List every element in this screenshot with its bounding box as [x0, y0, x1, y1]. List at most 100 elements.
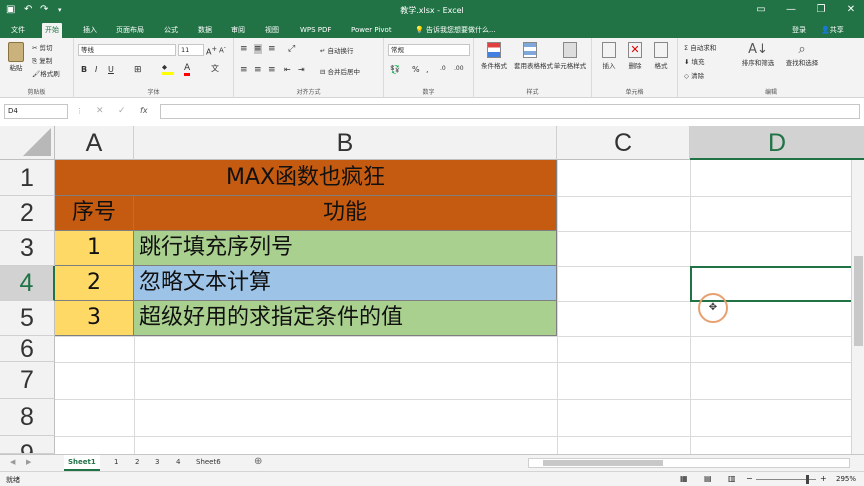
insert-function-icon[interactable]: fx: [140, 106, 148, 115]
sheet-tab-4[interactable]: 4: [172, 455, 184, 471]
tell-me-search[interactable]: 💡 告诉我您想要做什么...: [412, 23, 499, 38]
decrease-decimal-icon[interactable]: .00: [454, 65, 464, 72]
format-as-table-button[interactable]: 套用表格格式: [514, 42, 553, 70]
zoom-slider-thumb[interactable]: [806, 475, 809, 484]
row-header-5[interactable]: 5: [0, 301, 55, 336]
cell-b3[interactable]: 跳行填充序列号: [134, 231, 557, 266]
add-sheet-icon[interactable]: ⊕: [250, 455, 266, 471]
cell-a4[interactable]: 2: [55, 266, 134, 301]
sheet-tab-1[interactable]: 1: [110, 455, 122, 471]
number-format-select[interactable]: 常规: [388, 44, 470, 56]
horizontal-scroll-thumb[interactable]: [543, 460, 663, 466]
zoom-in-icon[interactable]: +: [820, 474, 827, 483]
prev-sheet-icon[interactable]: ◀: [6, 455, 19, 471]
align-top-icon[interactable]: ≡: [240, 44, 248, 54]
enter-icon[interactable]: ✓: [118, 106, 126, 116]
sort-filter-button[interactable]: A↓ 排序和筛选: [738, 42, 778, 67]
increase-decimal-icon[interactable]: .0: [440, 65, 446, 72]
find-select-button[interactable]: ⌕ 查找和选择: [782, 42, 822, 67]
column-header-a[interactable]: A: [55, 126, 134, 160]
cell-b5[interactable]: 超级好用的求指定条件的值: [134, 301, 557, 336]
align-middle-icon[interactable]: ≡: [254, 44, 262, 54]
phonetic-icon[interactable]: 文: [211, 63, 219, 74]
page-break-view-icon[interactable]: ▥: [728, 474, 736, 483]
currency-icon[interactable]: 💱: [390, 65, 400, 74]
zoom-level[interactable]: 295%: [836, 475, 856, 483]
row-header-7[interactable]: 7: [0, 362, 55, 399]
tab-home[interactable]: 开始: [42, 23, 62, 38]
percent-button[interactable]: %: [412, 65, 420, 74]
bold-button[interactable]: B: [81, 65, 87, 74]
delete-cells-button[interactable]: ✕ 删除: [624, 42, 646, 70]
horizontal-scrollbar[interactable]: [528, 458, 850, 468]
clear-button[interactable]: ◇ 清除: [684, 70, 704, 80]
cancel-icon[interactable]: ✕: [96, 106, 104, 116]
autosum-button[interactable]: Σ 自动求和: [684, 42, 716, 52]
tab-page-layout[interactable]: 页面布局: [113, 23, 147, 38]
tab-power-pivot[interactable]: Power Pivot: [348, 23, 395, 38]
decrease-font-icon[interactable]: A-: [219, 45, 226, 54]
tab-file[interactable]: 文件: [8, 23, 28, 38]
tab-wps-pdf[interactable]: WPS PDF: [297, 23, 334, 38]
comma-icon[interactable]: ,: [426, 65, 429, 74]
tab-review[interactable]: 审阅: [228, 23, 248, 38]
fill-button[interactable]: ⬇ 填充: [684, 56, 705, 66]
vertical-scroll-thumb[interactable]: [854, 256, 863, 346]
sheet-tab-3[interactable]: 3: [151, 455, 163, 471]
fill-color-icon[interactable]: ◆: [162, 63, 174, 75]
border-icon[interactable]: ⊞: [134, 65, 142, 75]
paste-button[interactable]: 粘贴: [6, 42, 26, 72]
align-right-icon[interactable]: ≡: [268, 65, 276, 75]
font-size-select[interactable]: 11: [178, 44, 204, 56]
copy-button[interactable]: ⎘ 复制: [32, 55, 52, 66]
page-layout-view-icon[interactable]: ▤: [704, 474, 712, 483]
share-button[interactable]: 👤共享: [818, 23, 847, 38]
row-header-9[interactable]: 9: [0, 436, 55, 454]
cell-a3[interactable]: 1: [55, 231, 134, 266]
insert-cells-button[interactable]: 插入: [598, 42, 620, 70]
tab-data[interactable]: 数据: [195, 23, 215, 38]
orientation-icon[interactable]: ⤢: [288, 44, 295, 54]
row-header-8[interactable]: 8: [0, 399, 55, 436]
format-painter-button[interactable]: 🖌格式刷: [32, 68, 60, 78]
align-left-icon[interactable]: ≡: [240, 65, 248, 75]
vertical-scrollbar[interactable]: [851, 160, 864, 454]
align-center-icon[interactable]: ≡: [254, 65, 262, 75]
wrap-text-button[interactable]: ↵ 自动换行: [320, 45, 354, 55]
select-all-button[interactable]: [0, 126, 55, 160]
indent-increase-icon[interactable]: ⇥: [298, 65, 305, 74]
next-sheet-icon[interactable]: ▶: [22, 455, 35, 471]
cell-a1-merged-title[interactable]: MAX函数也疯狂: [55, 160, 557, 196]
zoom-out-icon[interactable]: −: [746, 474, 753, 483]
row-header-2[interactable]: 2: [0, 196, 55, 231]
sheet-tab-sheet1[interactable]: Sheet1: [64, 455, 100, 471]
tab-insert[interactable]: 插入: [80, 23, 100, 38]
column-header-b[interactable]: B: [134, 126, 557, 160]
zoom-slider[interactable]: [756, 475, 816, 484]
format-cells-button[interactable]: 格式: [650, 42, 672, 70]
indent-decrease-icon[interactable]: ⇤: [284, 65, 291, 74]
row-header-6[interactable]: 6: [0, 336, 55, 362]
row-header-1[interactable]: 1: [0, 160, 55, 196]
column-header-c[interactable]: C: [557, 126, 690, 160]
tab-view[interactable]: 视图: [262, 23, 282, 38]
cell-b4[interactable]: 忽略文本计算: [134, 266, 557, 301]
ribbon-options-icon[interactable]: ▭: [746, 2, 776, 18]
cut-button[interactable]: ✂ 剪切: [32, 42, 53, 52]
login-button[interactable]: 登录: [789, 23, 809, 38]
minimize-icon[interactable]: —: [776, 2, 806, 18]
underline-button[interactable]: U: [108, 65, 114, 74]
tab-formulas[interactable]: 公式: [161, 23, 181, 38]
cell-a5[interactable]: 3: [55, 301, 134, 336]
cell-styles-button[interactable]: 单元格样式: [552, 42, 588, 70]
font-color-icon[interactable]: A: [184, 63, 191, 76]
close-icon[interactable]: ✕: [836, 2, 864, 18]
align-bottom-icon[interactable]: ≡: [268, 44, 276, 54]
row-header-4[interactable]: 4: [0, 266, 55, 301]
sheet-tab-2[interactable]: 2: [131, 455, 143, 471]
conditional-format-button[interactable]: 条件格式: [478, 42, 510, 70]
name-box[interactable]: D4: [4, 104, 68, 119]
sheet-tab-sheet6[interactable]: Sheet6: [192, 455, 225, 471]
font-name-select[interactable]: 等线: [78, 44, 176, 56]
merge-center-button[interactable]: ⊟ 合并后居中: [320, 66, 360, 76]
